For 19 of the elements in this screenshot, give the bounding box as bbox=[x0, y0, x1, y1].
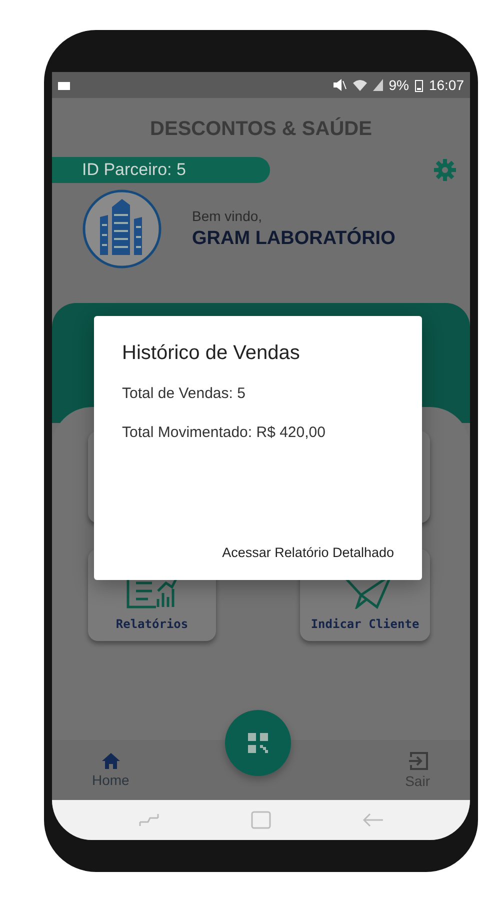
wifi-icon bbox=[352, 79, 367, 91]
nav-tab[interactable]: Home bbox=[92, 752, 130, 788]
clock: 16:07 bbox=[428, 77, 464, 93]
exit-icon bbox=[406, 751, 429, 771]
home-square-icon[interactable] bbox=[250, 811, 271, 829]
partner-name: GRAM LABORATÓRIO bbox=[192, 228, 396, 250]
signal-icon bbox=[372, 79, 383, 91]
mute-icon bbox=[332, 79, 347, 91]
greeting-text: Bem vindo, bbox=[192, 208, 264, 224]
battery-percent: 9% bbox=[388, 77, 409, 93]
settings-icon[interactable] bbox=[434, 159, 456, 181]
dialog-text: Total Movimentado: R$ 420,00 bbox=[122, 424, 326, 441]
dialog-title: Histórico de Vendas bbox=[122, 342, 301, 365]
home-icon bbox=[100, 752, 121, 770]
dialog-text: Total de Vendas: 5 bbox=[122, 385, 246, 402]
qr-code-icon bbox=[247, 732, 269, 754]
battery-icon bbox=[414, 78, 423, 92]
partner-id-badge: ID Parceiro: 5 bbox=[52, 157, 270, 183]
back-icon[interactable] bbox=[362, 812, 384, 828]
